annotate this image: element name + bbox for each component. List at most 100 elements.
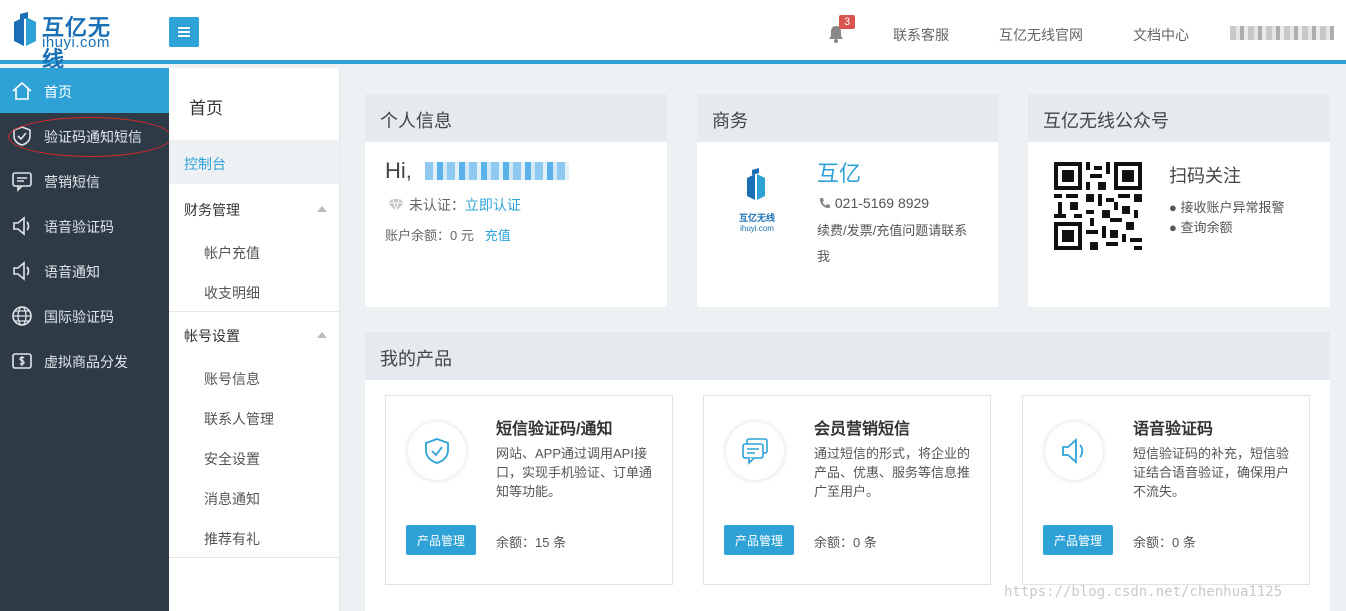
verify-status: 未认证：立即认证 bbox=[387, 195, 521, 215]
globe-icon bbox=[12, 306, 32, 326]
sidebar-item-voice-notify[interactable]: 语音通知 bbox=[0, 248, 169, 293]
balance-text: 账户余额：0 元 bbox=[385, 228, 474, 243]
business-logo: 互亿无线 ihuyi.com bbox=[735, 166, 779, 233]
product-balance: 余额：0 条 bbox=[814, 535, 877, 550]
product-description: 通过短信的形式，将企业的产品、优惠、服务等信息推广至用户。 bbox=[814, 446, 971, 499]
panel-title: 商务 bbox=[712, 111, 748, 131]
message-icon bbox=[12, 172, 32, 192]
dollar-icon bbox=[12, 353, 32, 369]
subnav-item-statement[interactable]: 收支明细 bbox=[204, 283, 260, 303]
divider bbox=[169, 311, 339, 312]
sidebar-item-verification-sms[interactable]: 验证码通知短信 bbox=[0, 113, 169, 158]
subnav-item-security[interactable]: 安全设置 bbox=[204, 449, 260, 469]
panel-header: 个人信息 bbox=[365, 94, 667, 142]
sidebar-item-marketing-sms[interactable]: 营销短信 bbox=[0, 158, 169, 203]
subnav-item-account-info[interactable]: 账号信息 bbox=[204, 369, 260, 389]
messages-icon bbox=[742, 438, 768, 465]
panel-header: 商务 bbox=[697, 94, 998, 142]
business-name: 互亿 bbox=[817, 161, 862, 186]
phone-icon bbox=[820, 198, 830, 208]
subnav-item-label: 控制台 bbox=[184, 156, 226, 172]
product-balance: 余额：0 条 bbox=[1133, 535, 1196, 550]
sub-navigation: 首页 控制台 财务管理 帐户充值 收支明细 帐号设置 账号信息 联系人管理 安全… bbox=[169, 68, 340, 611]
sidebar: 首页 验证码通知短信 营销短信 语音验证码 语音通知 国际验证码 虚拟商品分发 bbox=[0, 68, 169, 611]
product-card-sms-code: 短信验证码/通知 网站、APP通过调用API接口，实现手机验证、订单通知等功能。… bbox=[385, 395, 673, 585]
shield-check-icon bbox=[13, 126, 31, 146]
business-panel: 商务 互亿无线 ihuyi.com 互亿 021-5169 8929 续费/发票… bbox=[697, 94, 998, 307]
home-icon bbox=[12, 81, 32, 100]
sidebar-item-virtual-goods[interactable]: 虚拟商品分发 bbox=[0, 338, 169, 383]
product-title: 短信验证码/通知 bbox=[496, 421, 613, 438]
collapse-caret-icon[interactable] bbox=[317, 332, 327, 338]
phone-number: 021-5169 8929 bbox=[834, 195, 930, 211]
business-logo-domain: ihuyi.com bbox=[740, 224, 774, 233]
product-manage-button[interactable]: 产品管理 bbox=[724, 525, 794, 555]
product-card-voice-code: 语音验证码 短信验证码的补充，短信验证结合语音验证，确保用户不流失。 产品管理 … bbox=[1022, 395, 1310, 585]
product-icon-badge bbox=[1045, 422, 1103, 480]
panel-title: 互亿无线公众号 bbox=[1043, 111, 1169, 131]
product-manage-button[interactable]: 产品管理 bbox=[406, 525, 476, 555]
sidebar-item-voice-code[interactable]: 语音验证码 bbox=[0, 203, 169, 248]
sidebar-item-label: 语音通知 bbox=[44, 264, 100, 280]
docs-center-link[interactable]: 文档中心 bbox=[1133, 25, 1189, 45]
business-phone: 021-5169 8929 bbox=[819, 195, 929, 211]
speaker-icon bbox=[13, 261, 30, 281]
panel-header: 互亿无线公众号 bbox=[1028, 94, 1330, 142]
product-title: 语音验证码 bbox=[1133, 421, 1214, 438]
products-panel: 我的产品 短信验证码/通知 网站、APP通过调用API接口，实现手机验证、订单通… bbox=[365, 332, 1330, 611]
wechat-feature-list: ● 接收账户异常报警 ● 查询余额 bbox=[1169, 198, 1284, 238]
product-balance: 余额：15 条 bbox=[496, 535, 567, 550]
menu-toggle-button[interactable] bbox=[169, 17, 199, 47]
list-item: ● 查询余额 bbox=[1169, 220, 1233, 235]
speaker-icon bbox=[1062, 438, 1084, 464]
logo-cube-icon bbox=[14, 12, 36, 46]
subnav-group-finance[interactable]: 财务管理 bbox=[184, 200, 240, 220]
panel-title: 个人信息 bbox=[380, 111, 452, 131]
wechat-panel: 互亿无线公众号 扫码关注 ● 接收账户异常报警 ● 查询余额 bbox=[1028, 94, 1330, 307]
qr-code-icon bbox=[1054, 162, 1142, 250]
verify-label: 未认证： bbox=[408, 197, 465, 213]
sidebar-item-label: 首页 bbox=[44, 84, 72, 100]
scan-to-follow: 扫码关注 bbox=[1169, 166, 1241, 186]
collapse-caret-icon[interactable] bbox=[317, 206, 327, 212]
product-manage-button[interactable]: 产品管理 bbox=[1043, 525, 1113, 555]
product-card-marketing-sms: 会员营销短信 通过短信的形式，将企业的产品、优惠、服务等信息推广至用户。 产品管… bbox=[703, 395, 991, 585]
sidebar-item-intl-code[interactable]: 国际验证码 bbox=[0, 293, 169, 338]
subnav-item-contacts[interactable]: 联系人管理 bbox=[204, 409, 274, 429]
user-account-menu[interactable] bbox=[1230, 26, 1334, 40]
subnav-item-dashboard[interactable]: 控制台 bbox=[169, 140, 339, 184]
business-logo-text: 互亿无线 bbox=[738, 213, 775, 223]
logo[interactable]: 互亿无线 ihuyi.com bbox=[12, 8, 132, 72]
notification-badge: 3 bbox=[839, 15, 855, 29]
verify-now-link[interactable]: 立即认证 bbox=[465, 197, 521, 213]
product-title: 会员营销短信 bbox=[814, 421, 911, 438]
divider bbox=[169, 557, 339, 558]
username-redacted bbox=[425, 162, 569, 180]
diamond-icon bbox=[388, 198, 404, 212]
top-header: 互亿无线 ihuyi.com 3 联系客服 互亿无线官网 文档中心 bbox=[0, 0, 1346, 72]
sidebar-item-label: 语音验证码 bbox=[44, 219, 114, 235]
sidebar-item-label: 国际验证码 bbox=[44, 309, 114, 325]
subnav-item-referral[interactable]: 推荐有礼 bbox=[204, 529, 260, 549]
product-description: 网站、APP通过调用API接口，实现手机验证、订单通知等功能。 bbox=[496, 446, 653, 499]
speaker-icon bbox=[13, 216, 30, 236]
watermark: https://blog.csdn.net/chenhua1125 bbox=[1004, 584, 1283, 600]
business-note: 续费/发票/充值问题请联系我 bbox=[817, 223, 968, 264]
recharge-link[interactable]: 充值 bbox=[485, 228, 511, 243]
panel-header: 我的产品 bbox=[365, 332, 1330, 380]
sidebar-item-label: 营销短信 bbox=[44, 174, 100, 190]
list-item: ● 接收账户异常报警 bbox=[1169, 200, 1285, 215]
greeting: Hi, bbox=[385, 158, 412, 183]
subnav-group-account[interactable]: 帐号设置 bbox=[184, 326, 240, 346]
official-site-link[interactable]: 互亿无线官网 bbox=[999, 25, 1083, 45]
account-balance: 账户余额：0 元 充值 bbox=[385, 225, 511, 244]
subnav-title: 首页 bbox=[189, 99, 223, 118]
subnav-item-recharge[interactable]: 帐户充值 bbox=[204, 243, 260, 263]
product-description: 短信验证码的补充，短信验证结合语音验证，确保用户不流失。 bbox=[1133, 446, 1290, 499]
shield-check-icon bbox=[425, 438, 449, 464]
subnav-item-notifications[interactable]: 消息通知 bbox=[204, 489, 260, 509]
sidebar-item-home[interactable]: 首页 bbox=[0, 68, 169, 113]
logo-domain: ihuyi.com bbox=[42, 34, 110, 51]
panel-title: 我的产品 bbox=[380, 349, 452, 369]
contact-support-link[interactable]: 联系客服 bbox=[893, 25, 949, 45]
